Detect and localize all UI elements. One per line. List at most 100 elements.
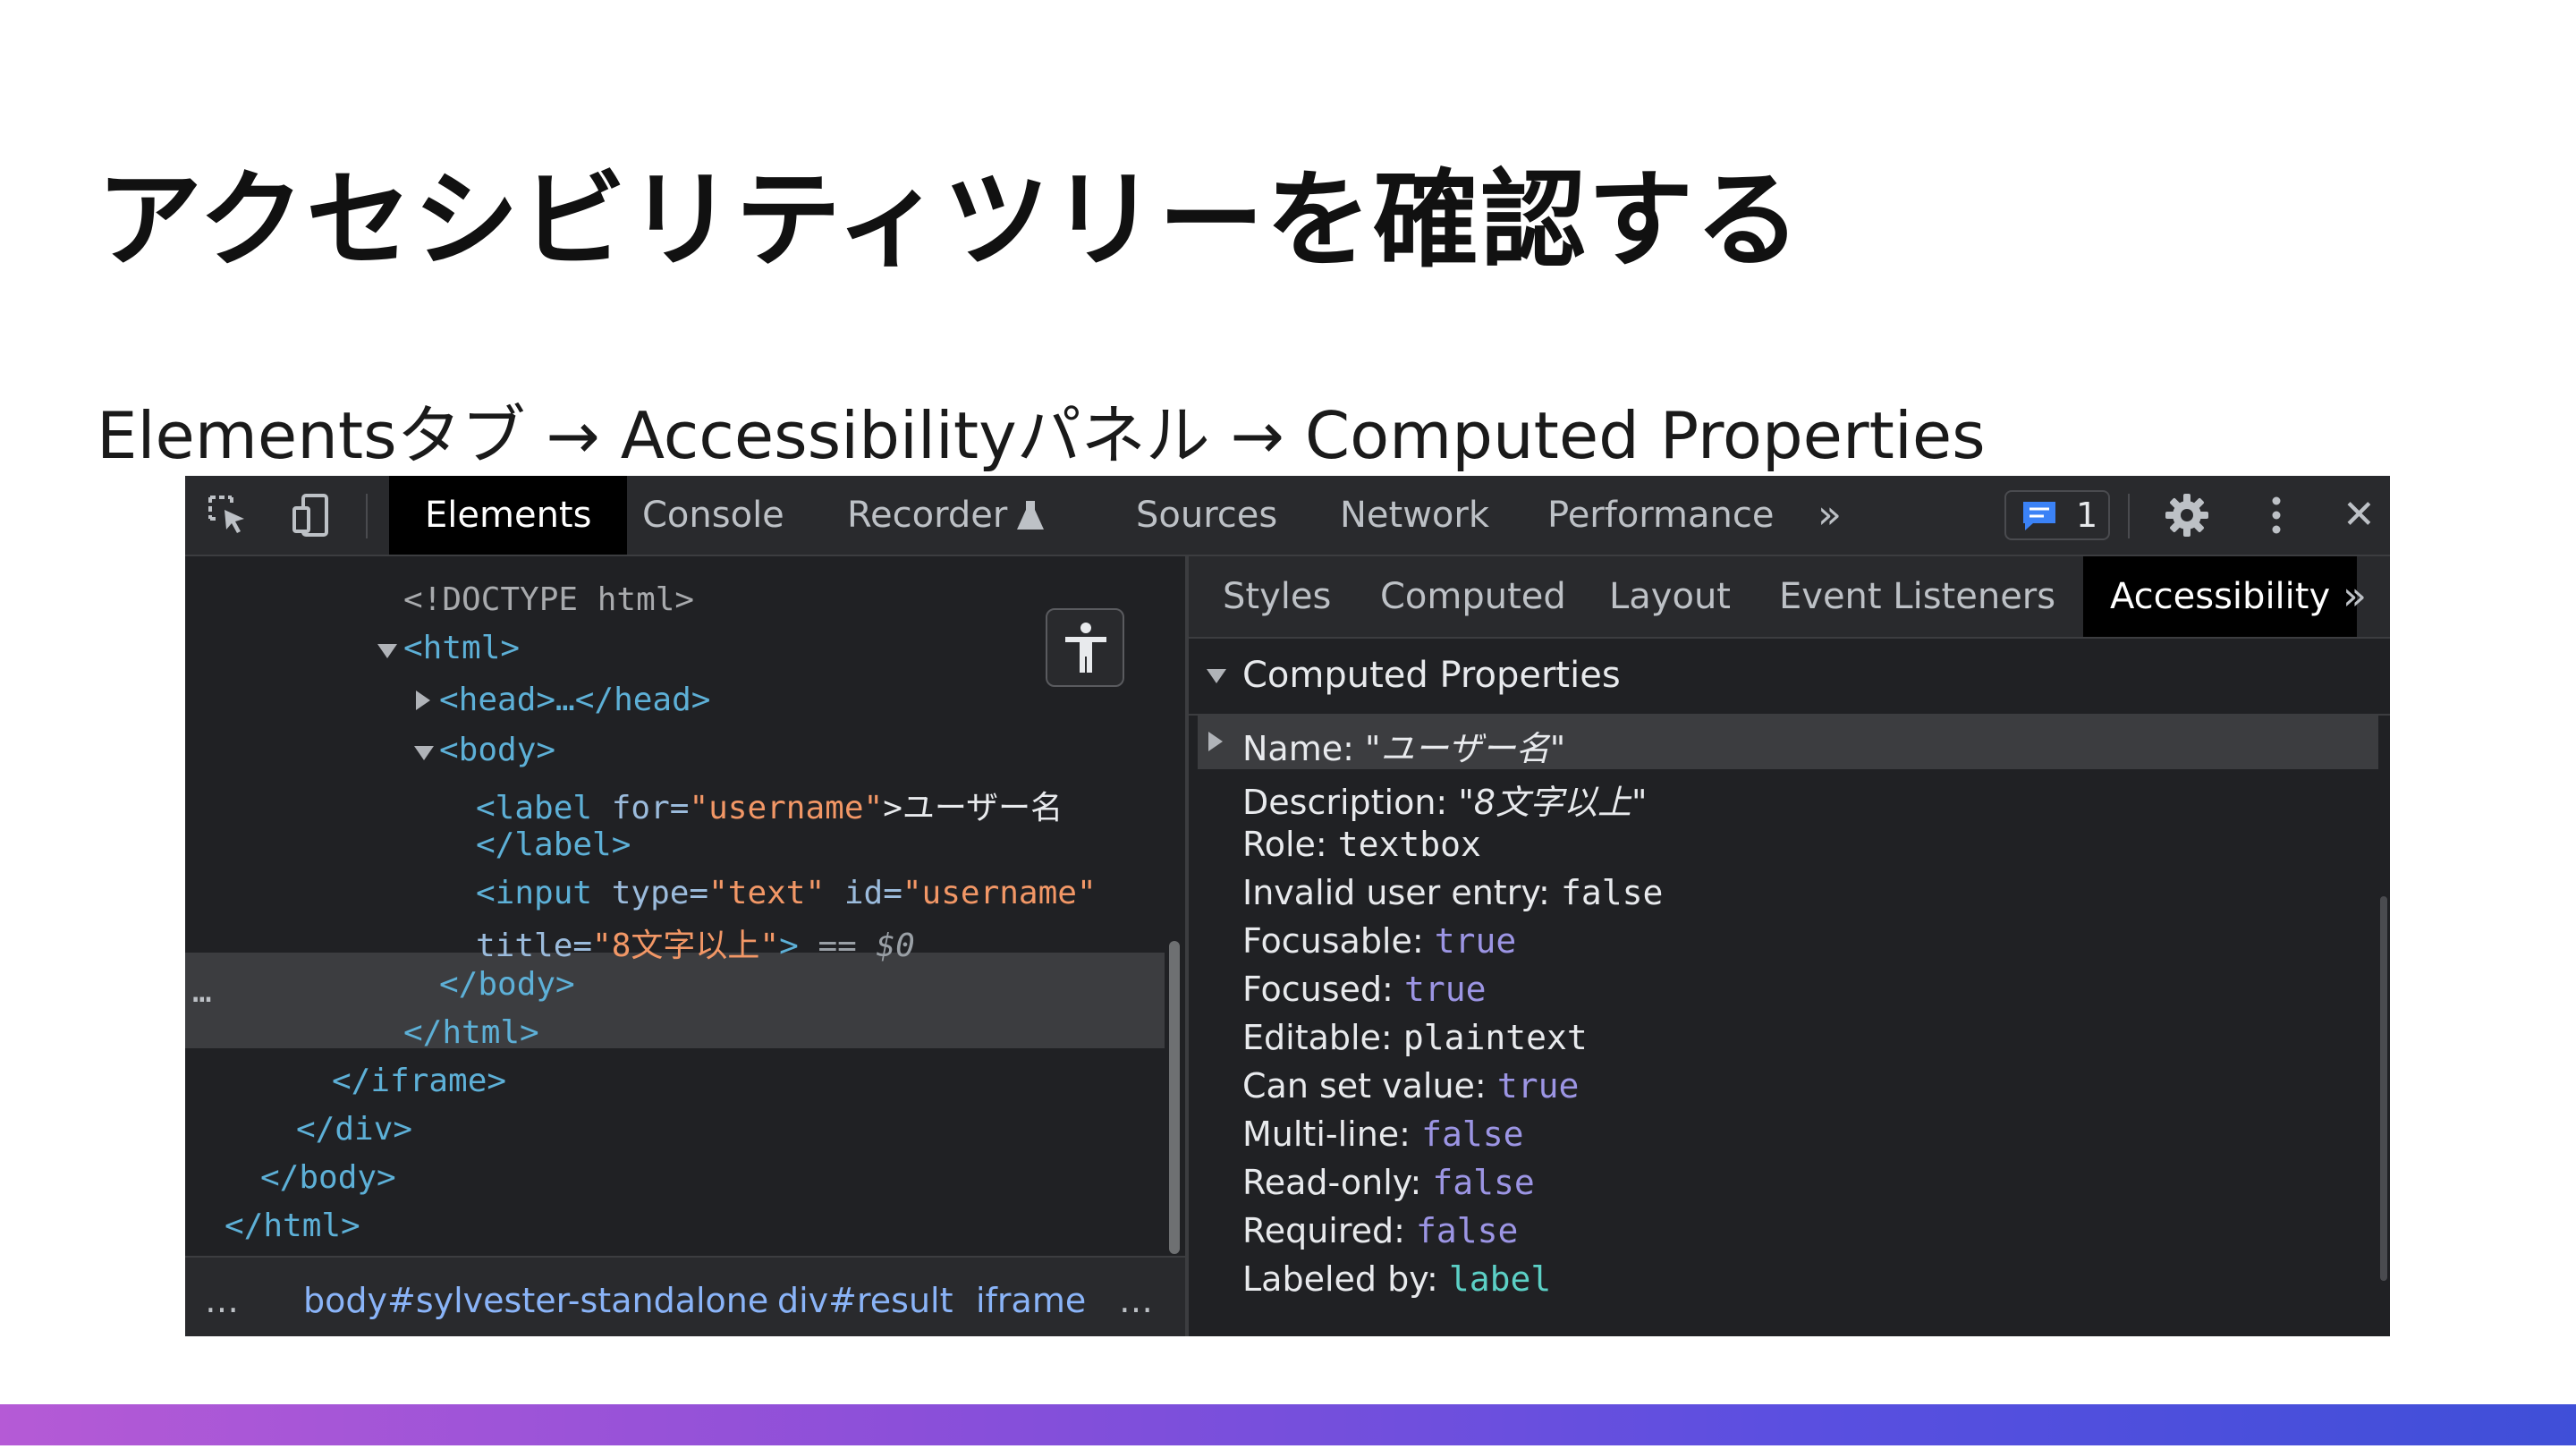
expand-caret-icon[interactable] (377, 644, 397, 658)
selected-node-ref: == $0 (818, 928, 915, 964)
accessibility-person-icon (1065, 623, 1106, 673)
tab-computed[interactable]: Computed (1380, 556, 1566, 637)
toolbar-separator (2128, 494, 2130, 538)
dom-node-input-cont[interactable]: title="8文字以上"> == $0 (476, 919, 915, 966)
prop-can-set-value[interactable]: Can set value: true (1242, 1066, 1579, 1106)
more-sidebar-tabs-icon[interactable]: » (2343, 556, 2367, 637)
dom-node-html[interactable]: <html> (403, 630, 520, 666)
attr-title-value: "8文字以上" (592, 928, 780, 964)
node-actions-icon[interactable]: … (192, 973, 212, 1010)
tag-input-end: > (779, 928, 799, 964)
tag-input-open: <input (476, 875, 593, 911)
prop-label: Required: (1242, 1211, 1405, 1250)
prop-multi-line[interactable]: Multi-line: false (1242, 1114, 1523, 1154)
dom-node-body-close[interactable]: </body> (439, 966, 575, 1003)
prop-required[interactable]: Required: false (1242, 1211, 1518, 1250)
dom-node-body[interactable]: <body> (439, 732, 555, 768)
breadcrumb-item-iframe[interactable]: iframe (976, 1281, 1086, 1320)
more-tabs-icon[interactable]: » (1818, 476, 1842, 555)
label-text-content: >ユーザー名 (883, 790, 1063, 826)
device-toolbar-icon[interactable] (289, 492, 335, 538)
tab-sources[interactable]: Sources (1136, 476, 1277, 555)
prop-value: false (1421, 1114, 1524, 1154)
prop-value: true (1403, 970, 1487, 1009)
tab-elements[interactable]: Elements (389, 476, 628, 555)
close-icon[interactable]: ✕ (2343, 476, 2376, 555)
tab-console[interactable]: Console (642, 476, 784, 555)
breadcrumb-leading-more[interactable]: … (205, 1281, 239, 1320)
prop-label: Invalid user entry: (1242, 873, 1550, 912)
prop-label: Labeled by: (1242, 1259, 1438, 1299)
prop-label: Multi-line: (1242, 1114, 1411, 1154)
tag-label-open: <label (476, 790, 593, 826)
selected-node-highlight (185, 953, 1165, 1048)
prop-label: Read-only: (1242, 1163, 1422, 1202)
slide-title: アクセシビリティツリーを確認する (97, 158, 1803, 282)
computed-properties-header[interactable]: Computed Properties (1189, 639, 2390, 716)
devtools-window: Elements Console Recorder Sources Networ… (185, 476, 2390, 1336)
prop-value: true (1434, 921, 1517, 961)
breadcrumb-item-body[interactable]: body#sylvester-standalone (303, 1281, 768, 1320)
tab-event-listeners[interactable]: Event Listeners (1779, 556, 2055, 637)
tab-network[interactable]: Network (1340, 476, 1489, 555)
prop-value: false (1432, 1163, 1535, 1202)
inspect-element-icon[interactable] (205, 492, 251, 538)
prop-invalid-user-entry[interactable]: Invalid user entry: false (1242, 873, 1663, 912)
prop-value: false (1560, 873, 1664, 912)
breadcrumb: … body#sylvester-standalone div#result i… (185, 1256, 1185, 1336)
tab-recorder-label: Recorder (847, 495, 1008, 536)
tab-performance[interactable]: Performance (1547, 476, 1774, 555)
dom-tree-panel: … <!DOCTYPE html> <html> <head>…</head> … (185, 556, 1166, 1256)
more-options-icon[interactable] (2253, 492, 2300, 538)
attr-for: for= (611, 790, 690, 826)
dom-node-div-close[interactable]: </div> (296, 1111, 412, 1148)
tab-accessibility[interactable]: Accessibility (2083, 556, 2358, 637)
prop-value: "8文字以上" (1458, 783, 1648, 822)
breadcrumb-trailing-more[interactable]: … (1119, 1281, 1153, 1320)
prop-label: Can set value: (1242, 1066, 1487, 1106)
prop-value: plaintext (1402, 1018, 1588, 1057)
prop-role[interactable]: Role: textbox (1242, 825, 1481, 864)
prop-value: label (1448, 1259, 1552, 1299)
dom-node-label[interactable]: <label for="username">ユーザー名 (476, 782, 1063, 828)
attr-type-value: "text" (708, 875, 826, 911)
prop-focusable[interactable]: Focusable: true (1242, 921, 1516, 961)
message-icon (2023, 502, 2055, 530)
prop-editable[interactable]: Editable: plaintext (1242, 1018, 1588, 1057)
prop-value: false (1416, 1211, 1519, 1250)
prop-value: true (1496, 1066, 1580, 1106)
dom-node-label-close[interactable]: </label> (476, 826, 631, 863)
name-expand-caret-icon[interactable] (1208, 732, 1223, 751)
dom-node-outer-body-close[interactable]: </body> (260, 1159, 396, 1196)
dom-node-input[interactable]: <input type="text" id="username" (476, 875, 1097, 911)
prop-description[interactable]: Description: "8文字以上" (1242, 775, 1647, 824)
dom-node-iframe-close[interactable]: </iframe> (332, 1063, 506, 1099)
tab-layout[interactable]: Layout (1609, 556, 1731, 637)
dom-node-outer-html-close[interactable]: </html> (225, 1208, 360, 1244)
prop-label: Editable: (1242, 1018, 1393, 1057)
expand-caret-icon[interactable] (414, 746, 434, 760)
prop-name[interactable]: Name: "ユーザー名" (1242, 721, 1565, 770)
prop-labeled-by[interactable]: Labeled by: label (1242, 1259, 1551, 1299)
gear-icon[interactable] (2164, 492, 2210, 538)
attr-id: id= (843, 875, 902, 911)
sidebar-scrollbar[interactable] (2380, 896, 2387, 1281)
accessibility-tree-toggle[interactable] (1046, 608, 1124, 687)
attr-id-value: "username" (902, 875, 1097, 911)
dom-node-html-close[interactable]: </html> (403, 1014, 539, 1051)
issues-button[interactable]: 1 (2004, 490, 2110, 540)
breadcrumb-item-div[interactable]: div#result (777, 1281, 953, 1320)
dom-tree-scrollbar[interactable] (1169, 941, 1180, 1254)
prop-focused[interactable]: Focused: true (1242, 970, 1486, 1009)
dom-node-doctype[interactable]: <!DOCTYPE html> (403, 581, 694, 618)
toolbar-separator (366, 494, 368, 538)
prop-label: Focusable: (1242, 921, 1424, 961)
dom-node-head[interactable]: <head>…</head> (439, 682, 710, 718)
collapse-caret-icon[interactable] (416, 691, 430, 710)
sidebar-panel: Styles Computed Layout Event Listeners A… (1189, 556, 2390, 1336)
tab-recorder[interactable]: Recorder (847, 476, 1044, 555)
prop-read-only[interactable]: Read-only: false (1242, 1163, 1535, 1202)
prop-value: "ユーザー名" (1365, 729, 1566, 768)
tab-styles[interactable]: Styles (1223, 556, 1331, 637)
attr-type: type= (611, 875, 709, 911)
